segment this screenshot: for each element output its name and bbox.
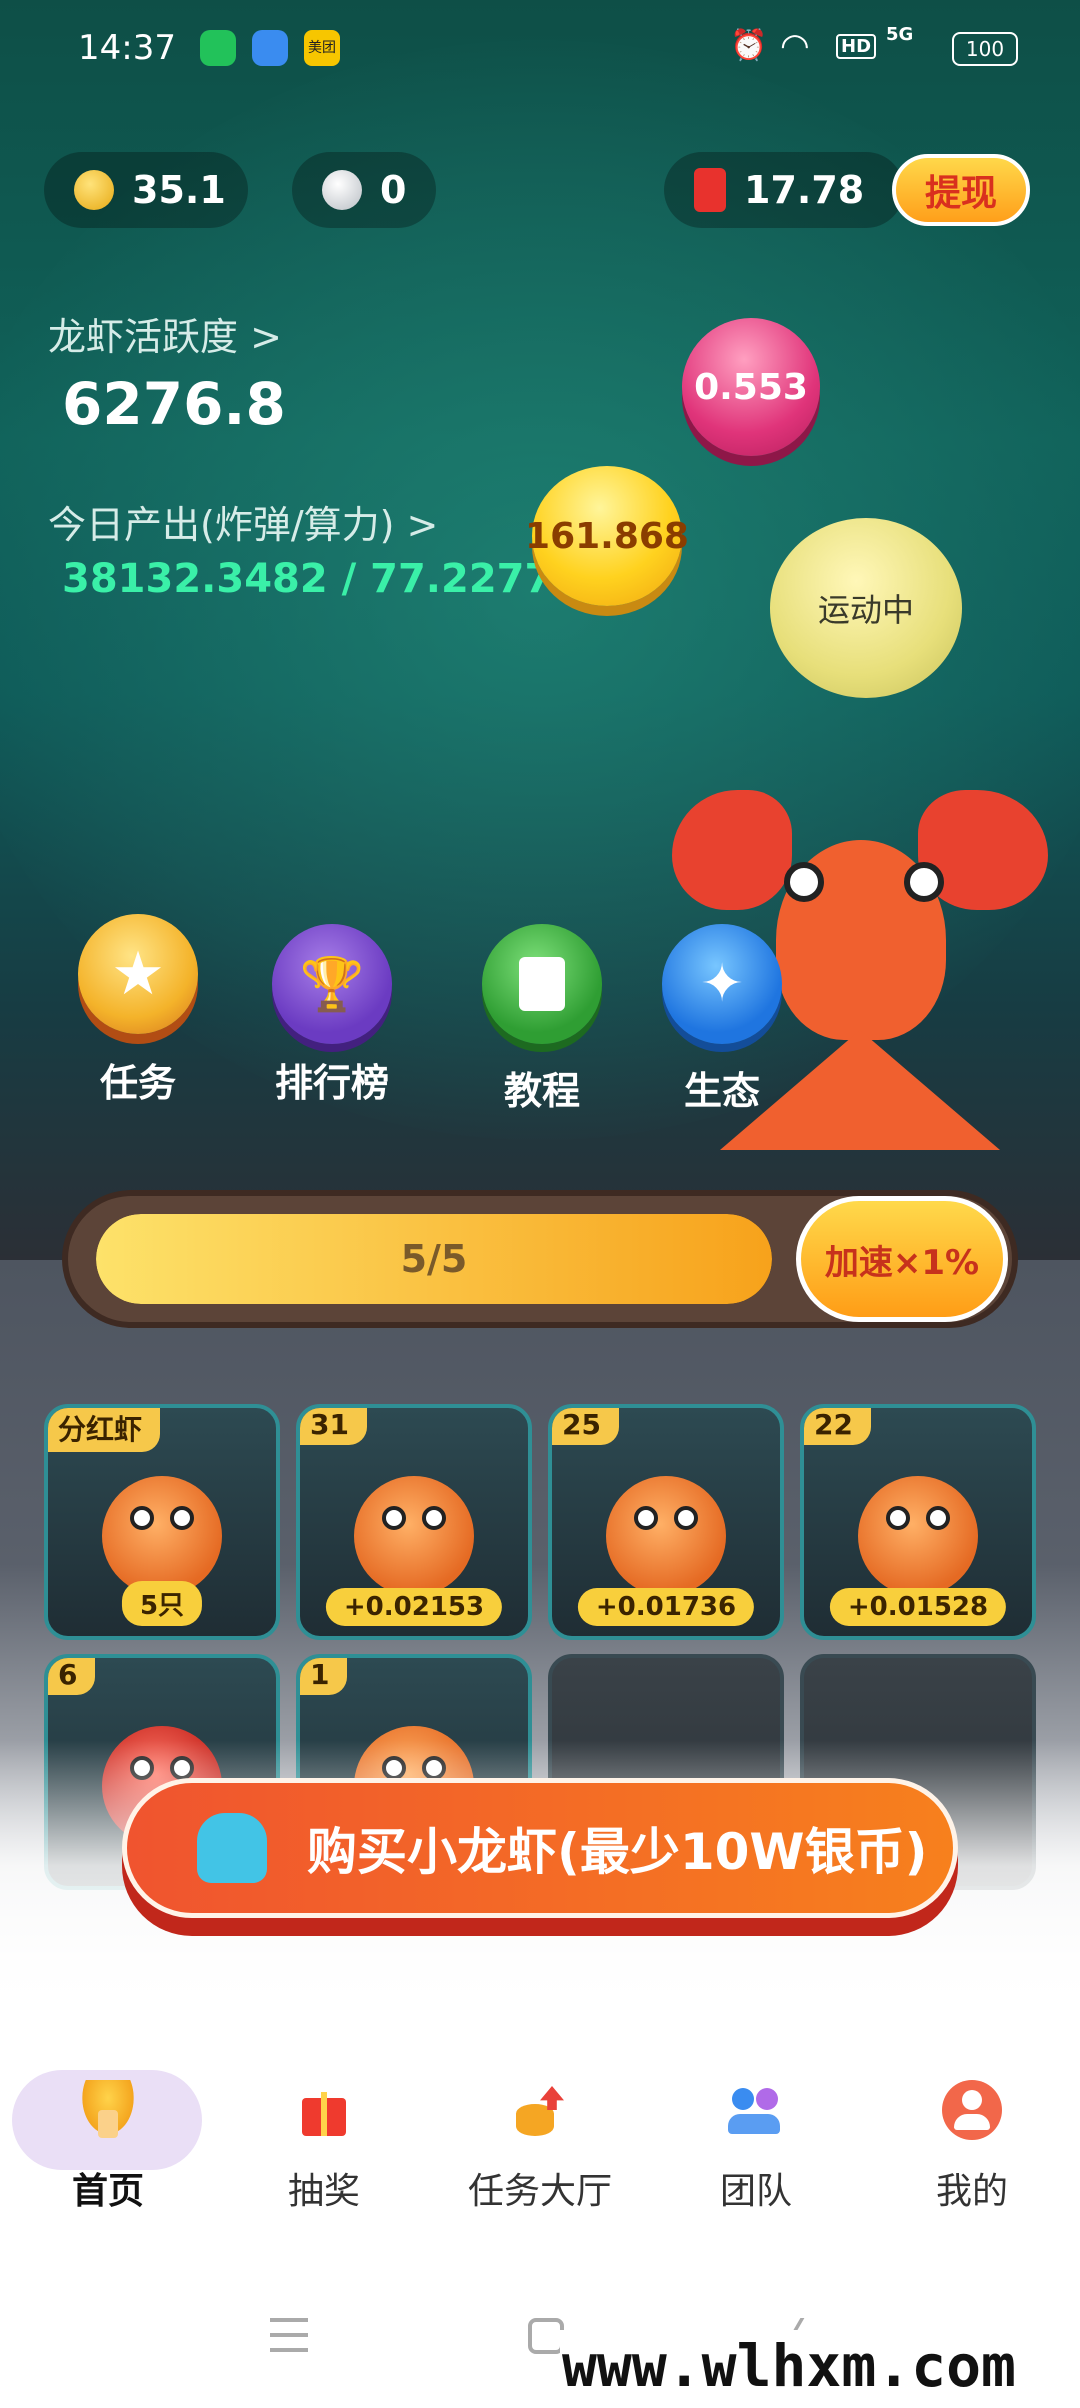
buy-shrimp-button[interactable]: 购买小龙虾(最少10W银币) <box>122 1778 958 1918</box>
card-tag: 分红虾 <box>48 1408 161 1452</box>
output-label[interactable]: 今日产出(炸弹/算力) > <box>48 494 438 549</box>
exercise-status-bubble[interactable]: 运动中 <box>770 518 962 698</box>
hd-icon: HD <box>836 34 877 59</box>
nav-task-hall[interactable]: 任务大厅 <box>440 2080 640 2214</box>
nav-lottery[interactable]: 抽奖 <box>224 2080 424 2214</box>
output-value: 38132.3482 / 77.2277 <box>62 556 553 602</box>
profile-icon <box>942 2080 1002 2140</box>
pink-reward-bubble[interactable]: 0.553 <box>682 318 820 456</box>
coins-icon <box>510 2080 570 2140</box>
card-tag: 31 <box>300 1408 367 1445</box>
withdraw-button[interactable]: 提现 <box>892 154 1030 226</box>
lobster-right-eye <box>904 862 944 902</box>
wechat-icon <box>200 30 236 66</box>
lobster-left-claw <box>672 790 792 910</box>
quick-action-ecosystem-label[interactable]: 生态 <box>684 1060 804 1115</box>
shrimp-avatar <box>354 1475 474 1596</box>
quick-action-tasks[interactable]: ★ <box>78 914 198 1034</box>
card-tag: 6 <box>48 1658 96 1695</box>
card-tag: 22 <box>804 1408 871 1445</box>
gold-balance: 35.1 <box>132 168 226 212</box>
nav-home[interactable]: 首页 <box>8 2080 208 2214</box>
browser-icon <box>252 30 288 66</box>
watermark-text: www.wlhxm.com <box>562 2332 1016 2400</box>
nav-team-label: 团队 <box>719 2171 792 2212</box>
quick-action-ecosystem[interactable]: ✦ <box>662 924 782 1044</box>
shrimp-avatar <box>858 1475 978 1596</box>
quick-action-ranking-label[interactable]: 排行榜 <box>232 1052 432 1107</box>
nav-lottery-label: 抽奖 <box>287 2171 360 2212</box>
activity-value: 6276.8 <box>62 370 286 438</box>
quick-action-tutorial-label[interactable]: 教程 <box>442 1060 642 1115</box>
quick-action-tutorial[interactable] <box>482 924 602 1044</box>
card-chip: +0.01736 <box>577 1588 755 1626</box>
progress-text: 5/5 <box>400 1237 468 1281</box>
yellow-reward-bubble[interactable]: 161.868 <box>525 466 689 606</box>
signal-5g-icon: 5G <box>886 24 914 45</box>
alarm-icon: ⏰ <box>730 28 768 63</box>
shrimp-card[interactable]: 25 +0.01736 <box>548 1404 784 1640</box>
nav-team[interactable]: 团队 <box>656 2080 856 2214</box>
trophy-icon: 🏆 <box>272 924 392 1044</box>
silver-balance-pill[interactable]: 0 <box>292 152 436 228</box>
red-packet-icon <box>694 168 726 212</box>
silver-balance: 0 <box>380 168 407 212</box>
nav-task-hall-label: 任务大厅 <box>467 2171 612 2212</box>
card-tag: 25 <box>552 1408 619 1445</box>
shrimp-card[interactable]: 22 +0.01528 <box>800 1404 1036 1640</box>
card-tag: 1 <box>300 1658 348 1695</box>
document-icon <box>482 924 602 1044</box>
silver-coin-icon <box>322 170 362 210</box>
lobster-left-eye <box>784 862 824 902</box>
progress-track: 5/5 <box>96 1214 772 1304</box>
team-icon <box>726 2080 786 2140</box>
card-chip: +0.02153 <box>325 1588 503 1626</box>
nav-profile-label: 我的 <box>935 2171 1008 2212</box>
blue-shrimp-icon <box>197 1813 267 1883</box>
gold-balance-pill[interactable]: 35.1 <box>44 152 248 228</box>
menu-icon[interactable] <box>270 2318 308 2352</box>
quick-action-ranking[interactable]: 🏆 <box>272 924 392 1044</box>
card-chip: 5只 <box>121 1581 203 1626</box>
activity-label[interactable]: 龙虾活跃度 > <box>48 306 282 361</box>
bottom-nav: 首页 抽奖 任务大厅 团队 我的 <box>0 2020 1080 2280</box>
sparkle-icon: ✦ <box>662 924 782 1044</box>
redpacket-balance-pill[interactable]: 17.78 <box>664 152 904 228</box>
gift-icon <box>294 2080 354 2140</box>
boost-button[interactable]: 加速×1% <box>796 1196 1008 1322</box>
shrimp-card[interactable]: 分红虾 5只 <box>44 1404 280 1640</box>
star-icon: ★ <box>78 914 198 1034</box>
buy-button-label: 购买小龙虾(最少10W银币) <box>307 1823 928 1881</box>
gold-coin-icon <box>74 170 114 210</box>
shrimp-avatar <box>102 1475 222 1596</box>
quick-action-tasks-label[interactable]: 任务 <box>38 1052 238 1107</box>
status-time: 14:37 <box>78 28 176 68</box>
shrimp-card[interactable]: 31 +0.02153 <box>296 1404 532 1640</box>
home-mushroom-icon <box>78 2080 138 2140</box>
meituan-icon: 美团 <box>304 30 340 66</box>
redpacket-balance: 17.78 <box>744 168 865 212</box>
shrimp-avatar <box>606 1475 726 1596</box>
battery-icon: 100 <box>952 32 1018 66</box>
nav-profile[interactable]: 我的 <box>872 2080 1072 2214</box>
card-chip: +0.01528 <box>829 1588 1007 1626</box>
wifi-icon: ◠ <box>780 26 810 66</box>
home-square-icon[interactable] <box>528 2318 564 2354</box>
nav-home-label: 首页 <box>71 2171 144 2212</box>
